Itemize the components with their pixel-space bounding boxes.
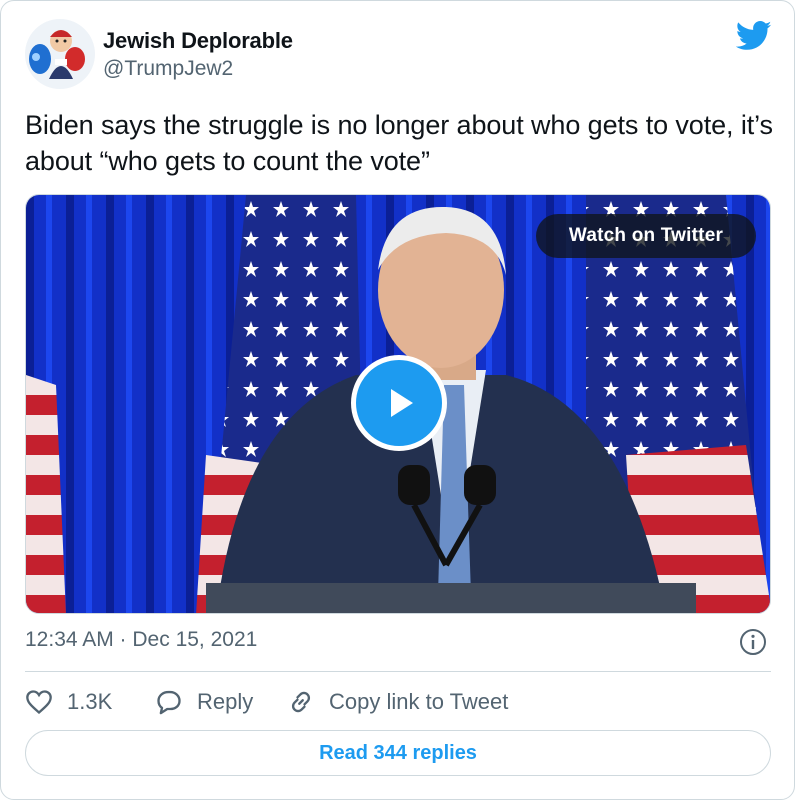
copy-link-action[interactable]: Copy link to Tweet xyxy=(287,685,508,719)
reply-label: Reply xyxy=(197,689,254,714)
author-handle[interactable]: @TrumpJew2 xyxy=(103,57,233,81)
heart-icon xyxy=(26,690,52,715)
tweet-actions: 1.3K Reply Copy link to Tweet xyxy=(25,685,771,719)
avatar-image xyxy=(25,19,95,89)
twitter-bird-icon[interactable] xyxy=(736,21,772,51)
info-icon[interactable] xyxy=(739,628,767,656)
read-replies-button[interactable]: Read 344 replies xyxy=(25,730,771,776)
author-avatar[interactable] xyxy=(25,19,95,89)
author-display-name[interactable]: Jewish Deplorable xyxy=(103,28,293,54)
play-button[interactable] xyxy=(351,355,447,451)
video-media[interactable]: Watch on Twitter xyxy=(25,194,771,614)
reply-action[interactable]: Reply xyxy=(155,685,253,719)
link-icon xyxy=(291,691,311,713)
play-icon xyxy=(391,389,413,417)
watch-on-twitter-button[interactable]: Watch on Twitter xyxy=(536,214,756,258)
like-count: 1.3K xyxy=(67,689,113,714)
tweet-text: Biden says the struggle is no longer abo… xyxy=(25,110,773,176)
tweet-timestamp[interactable]: 12:34 AM · Dec 15, 2021 xyxy=(25,628,257,652)
like-action[interactable]: 1.3K xyxy=(25,685,112,719)
reply-bubble-icon xyxy=(157,690,181,715)
copy-link-label: Copy link to Tweet xyxy=(329,689,509,714)
tweet-card: Jewish Deplorable @TrumpJew2 Biden says … xyxy=(0,0,795,800)
divider xyxy=(25,671,771,672)
